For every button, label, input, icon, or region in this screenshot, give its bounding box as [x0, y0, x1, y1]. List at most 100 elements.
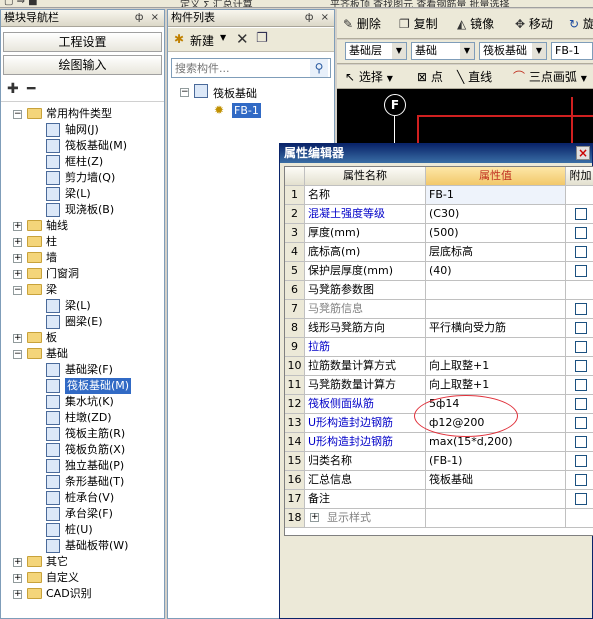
expand-icon[interactable]: +: [310, 513, 319, 522]
expand-icon[interactable]: +: [13, 270, 22, 279]
collapse-all-icon[interactable]: ━: [27, 81, 35, 97]
additional-checkbox[interactable]: [575, 436, 587, 448]
additional-checkbox[interactable]: [575, 322, 587, 334]
tree-collapse-icon[interactable]: −: [180, 88, 189, 97]
property-name-cell[interactable]: U形构造封边钢筋: [305, 433, 426, 452]
app-root: ▢ ⇒ ■ 定义 Σ 汇总计算 平齐板顶 查找图元 查看钢筋量 批量选择 模块导…: [0, 0, 593, 619]
property-name-cell[interactable]: 底标高(m): [305, 243, 426, 262]
property-name-cell[interactable]: 汇总信息: [305, 471, 426, 490]
name-combo[interactable]: FB-1: [551, 42, 593, 60]
property-name-cell[interactable]: 名称: [305, 186, 426, 205]
expand-icon[interactable]: +: [13, 574, 22, 583]
additional-checkbox[interactable]: [575, 227, 587, 239]
move-button[interactable]: ✥ 移动: [515, 15, 553, 33]
additional-checkbox[interactable]: [575, 474, 587, 486]
copy-icon[interactable]: ❐: [256, 31, 268, 46]
top-toolbar-right[interactable]: 平齐板顶 查找图元 查看钢筋量 批量选择: [330, 0, 510, 7]
close-icon[interactable]: ×: [576, 146, 590, 160]
property-name-cell[interactable]: 归类名称: [305, 452, 426, 471]
additional-checkbox[interactable]: [575, 379, 587, 391]
expand-icon[interactable]: +: [13, 222, 22, 231]
delete-button[interactable]: ✎ 删除: [343, 15, 381, 33]
property-value-cell[interactable]: 向上取整+1: [426, 357, 566, 376]
collapse-icon[interactable]: −: [13, 350, 22, 359]
property-name-cell[interactable]: 拉筋数量计算方式: [305, 357, 426, 376]
property-value-cell[interactable]: (C30): [426, 205, 566, 224]
property-name-cell[interactable]: 马凳筋信息: [305, 300, 426, 319]
component-list-title-buttons[interactable]: ф ×: [305, 10, 331, 26]
rotate-icon: ↻: [569, 17, 580, 31]
expand-icon[interactable]: +: [13, 238, 22, 247]
additional-checkbox[interactable]: [575, 455, 587, 467]
additional-checkbox[interactable]: [575, 360, 587, 372]
additional-checkbox[interactable]: [575, 208, 587, 220]
new-button[interactable]: 新建: [190, 32, 214, 49]
expand-all-icon[interactable]: ✚: [7, 81, 19, 97]
copy-button[interactable]: ❐ 复制: [399, 15, 438, 33]
module-nav-title-buttons[interactable]: ф ×: [135, 10, 161, 26]
search-icon[interactable]: ⚲: [310, 59, 328, 77]
additional-checkbox[interactable]: [575, 493, 587, 505]
top-toolbar-mid[interactable]: 定义 Σ 汇总计算: [180, 0, 253, 7]
property-value-cell[interactable]: [426, 338, 566, 357]
arc-button[interactable]: ⌒ 三点画弧 ▼: [513, 68, 587, 88]
component-combo[interactable]: 筏板基础 ▼: [479, 42, 547, 60]
property-name-cell[interactable]: 混凝土强度等级: [305, 205, 426, 224]
property-value-cell[interactable]: (40): [426, 262, 566, 281]
component-tree-item-fb1[interactable]: FB-1: [232, 103, 261, 118]
nav-folder-label: 常用构件类型: [46, 107, 112, 120]
layer-combo[interactable]: 基础层 ▼: [345, 42, 407, 60]
mirror-button[interactable]: ◭ 镜像: [457, 15, 494, 33]
drawing-canvas[interactable]: F: [337, 89, 593, 144]
rotate-button[interactable]: ↻ 旋: [569, 15, 593, 33]
property-value-cell[interactable]: 向上取整+1: [426, 376, 566, 395]
project-settings-button[interactable]: 工程设置: [3, 32, 162, 52]
property-value-cell[interactable]: [426, 281, 566, 300]
new-icon[interactable]: ✱: [174, 32, 184, 46]
top-toolbar-left[interactable]: ▢ ⇒ ■: [4, 0, 38, 7]
additional-checkbox[interactable]: [575, 246, 587, 258]
additional-checkbox[interactable]: [575, 341, 587, 353]
property-name-cell[interactable]: 保护层厚度(mm): [305, 262, 426, 281]
property-value-cell[interactable]: (500): [426, 224, 566, 243]
collapse-icon[interactable]: −: [13, 286, 22, 295]
expand-icon[interactable]: +: [13, 558, 22, 567]
select-button[interactable]: ↖ 选择 ▼: [345, 68, 393, 88]
property-name-cell[interactable]: 线形马凳筋方向: [305, 319, 426, 338]
drawing-input-button[interactable]: 绘图输入: [3, 55, 162, 75]
property-name-cell[interactable]: 马凳筋数量计算方: [305, 376, 426, 395]
property-name-cell[interactable]: 筏板侧面纵筋: [305, 395, 426, 414]
property-value-cell[interactable]: [426, 509, 566, 528]
additional-checkbox[interactable]: [575, 303, 587, 315]
property-name-cell[interactable]: 显示样式 +: [305, 509, 426, 528]
component-tree-root[interactable]: 筏板基础: [213, 85, 257, 101]
additional-checkbox[interactable]: [575, 398, 587, 410]
property-value-cell[interactable]: 层底标高: [426, 243, 566, 262]
type-combo[interactable]: 基础 ▼: [411, 42, 475, 60]
expand-icon[interactable]: +: [13, 334, 22, 343]
property-value-cell[interactable]: 平行横向受力筋: [426, 319, 566, 338]
property-value-cell[interactable]: max(15*d,200): [426, 433, 566, 452]
point-button[interactable]: ⊠ 点: [417, 68, 443, 86]
property-value-cell[interactable]: FB-1: [426, 186, 566, 205]
line-button[interactable]: ╲ 直线: [457, 68, 492, 86]
component-tree: − 筏板基础 ✹ FB-1: [168, 82, 334, 142]
property-value-cell[interactable]: [426, 490, 566, 509]
delete-icon[interactable]: ✕: [236, 30, 249, 48]
component-search-input[interactable]: [172, 59, 310, 77]
property-value-cell[interactable]: 筏板基础: [426, 471, 566, 490]
property-name-cell[interactable]: U形构造封边钢筋: [305, 414, 426, 433]
property-name-cell[interactable]: 拉筋: [305, 338, 426, 357]
additional-checkbox[interactable]: [575, 265, 587, 277]
property-value-cell[interactable]: (FB-1): [426, 452, 566, 471]
property-value-cell[interactable]: [426, 300, 566, 319]
property-name-cell[interactable]: 厚度(mm): [305, 224, 426, 243]
property-name-cell[interactable]: 备注: [305, 490, 426, 509]
chevron-down-icon[interactable]: ▼: [220, 33, 226, 42]
chevron-down-icon: ▼: [580, 74, 587, 83]
collapse-icon[interactable]: −: [13, 110, 22, 119]
expand-icon[interactable]: +: [13, 254, 22, 263]
additional-checkbox[interactable]: [575, 417, 587, 429]
expand-icon[interactable]: +: [13, 590, 22, 599]
property-name-cell[interactable]: 马凳筋参数图: [305, 281, 426, 300]
